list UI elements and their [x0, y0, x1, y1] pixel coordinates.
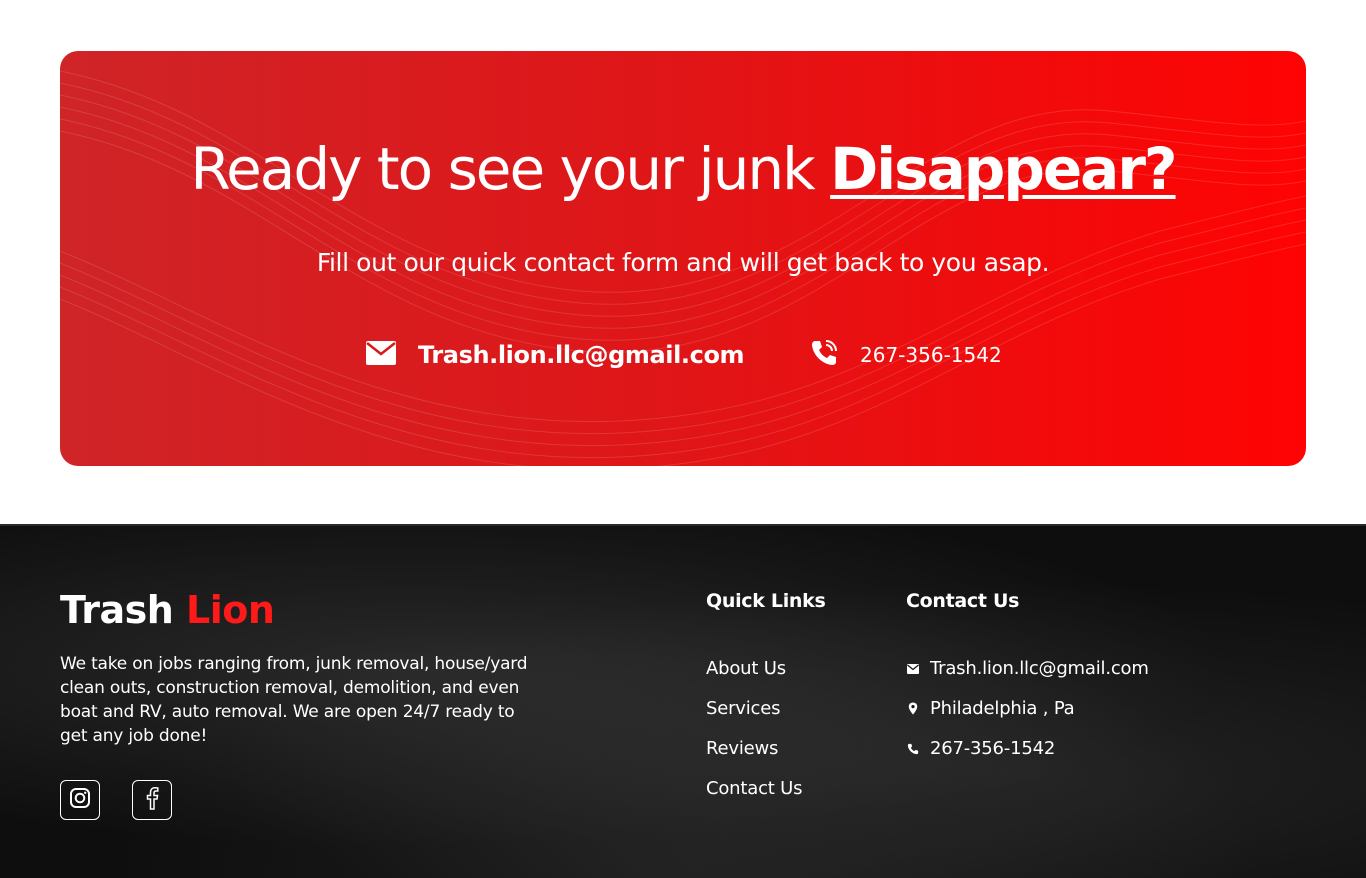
footer-link-services[interactable]: Services — [706, 698, 781, 719]
cta-title: Ready to see your junk Disappear? — [60, 135, 1306, 203]
phone-icon — [906, 743, 920, 755]
brand-name-part1: Trash — [60, 588, 187, 632]
cta-phone-text: 267-356-1542 — [860, 343, 1002, 367]
contact-us-title: Contact Us — [906, 590, 1020, 612]
footer-link-about-us[interactable]: About Us — [706, 658, 786, 679]
cta-title-accent: Disappear? — [830, 135, 1177, 203]
cta-title-main: Ready to see your junk — [190, 135, 831, 203]
footer-contact-location: Philadelphia , Pa — [906, 698, 1075, 719]
phone-icon — [810, 339, 838, 372]
footer-contact-email[interactable]: Trash.lion.llc@gmail.com — [906, 658, 1149, 679]
cta-email-text: Trash.lion.llc@gmail.com — [418, 341, 745, 369]
quick-links-title: Quick Links — [706, 590, 826, 612]
cta-email-link[interactable]: Trash.lion.llc@gmail.com — [366, 335, 745, 375]
cta-subtitle: Fill out our quick contact form and will… — [316, 248, 1050, 277]
footer-logo[interactable]: Trash Lion — [60, 588, 275, 632]
brand-name-part2: Lion — [186, 588, 275, 632]
instagram-button[interactable] — [60, 780, 100, 820]
footer-contact-phone-text: 267-356-1542 — [930, 738, 1056, 759]
footer-contact-email-text: Trash.lion.llc@gmail.com — [930, 658, 1149, 679]
footer-link-contact-us[interactable]: Contact Us — [706, 778, 803, 799]
facebook-icon — [145, 786, 159, 815]
cta-banner: Ready to see your junk Disappear? Fill o… — [60, 51, 1306, 466]
cta-phone-link[interactable]: 267-356-1542 — [810, 335, 1002, 375]
mail-icon — [906, 663, 920, 674]
footer-contact-location-text: Philadelphia , Pa — [930, 698, 1075, 719]
footer-description: We take on jobs ranging from, junk remov… — [60, 654, 528, 746]
site-footer: Trash Lion We take on jobs ranging from,… — [0, 524, 1366, 878]
footer-contact-phone[interactable]: 267-356-1542 — [906, 738, 1055, 759]
instagram-icon — [69, 787, 91, 814]
location-pin-icon — [906, 702, 920, 715]
footer-link-reviews[interactable]: Reviews — [706, 738, 778, 759]
facebook-button[interactable] — [132, 780, 172, 820]
mail-icon — [366, 340, 396, 370]
